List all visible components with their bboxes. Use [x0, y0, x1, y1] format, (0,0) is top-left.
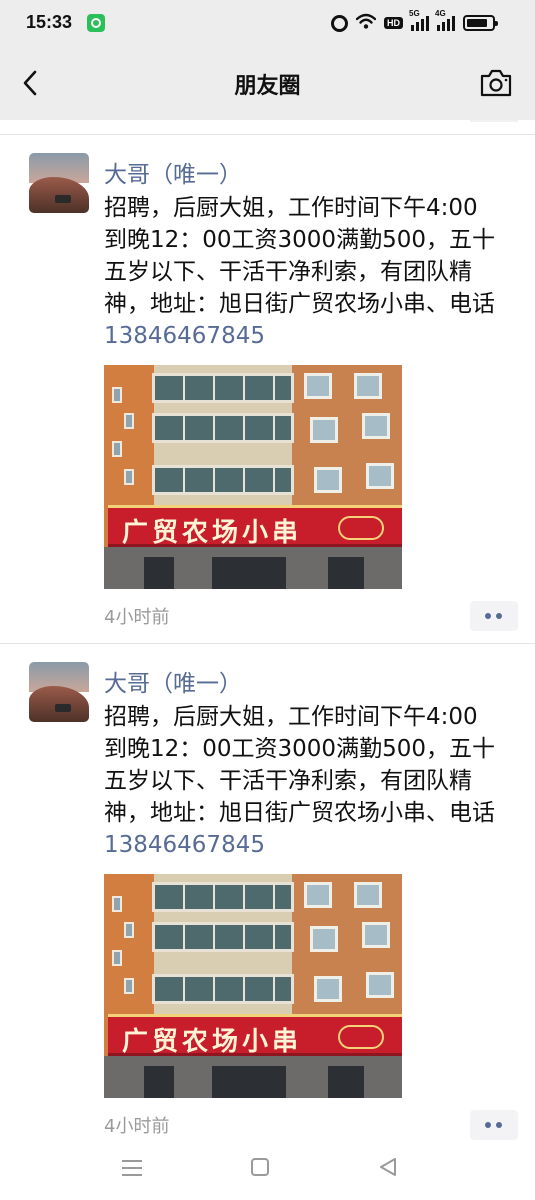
post-text: 招聘，后厨大姐，工作时间下午4:00到晚12：00工资3000满勤500，五十五…	[104, 192, 499, 352]
post-photo[interactable]: 广贸农场小串	[104, 874, 402, 1098]
page-title: 朋友圈	[234, 74, 301, 99]
post-body: 招聘，后厨大姐，工作时间下午4:00到晚12：00工资3000满勤500，五十五…	[104, 195, 495, 317]
menu-icon[interactable]	[122, 1159, 142, 1177]
status-icons: HD 5G 4G	[331, 9, 498, 34]
system-nav-bar	[0, 1140, 535, 1200]
shop-sign-text: 广贸农场小串	[122, 1027, 303, 1057]
post-time: 4小时前	[104, 1116, 170, 1137]
phone-link[interactable]: 13846467845	[104, 323, 265, 349]
home-icon[interactable]	[251, 1158, 269, 1176]
post-divider	[0, 134, 535, 135]
dot-icon	[485, 613, 491, 619]
back-triangle-icon[interactable]	[378, 1157, 398, 1177]
camera-icon	[480, 69, 512, 97]
shop-sign: 广贸农场小串	[108, 505, 402, 548]
dot-icon	[496, 613, 502, 619]
avatar[interactable]	[29, 662, 89, 722]
dot-icon	[485, 1122, 491, 1128]
title-bar: 朋友圈	[0, 46, 535, 120]
shop-sign: 广贸农场小串	[108, 1014, 402, 1057]
phone-link[interactable]: 13846467845	[104, 832, 265, 858]
signal-4g-icon: 4G	[435, 9, 455, 31]
moments-feed[interactable]: 大哥（唯一） 招聘，后厨大姐，工作时间下午4:00到晚12：00工资3000满勤…	[0, 120, 535, 1140]
post-author[interactable]: 大哥（唯一）	[104, 155, 242, 189]
camera-button[interactable]	[479, 68, 513, 98]
status-bar: 15:33 HD 5G 4G	[0, 0, 535, 46]
post-body: 招聘，后厨大姐，工作时间下午4:00到晚12：00工资3000满勤500，五十五…	[104, 704, 495, 826]
post-time: 4小时前	[104, 607, 170, 628]
battery-icon	[463, 15, 498, 31]
post-divider	[0, 643, 535, 644]
shop-sign-text: 广贸农场小串	[122, 518, 303, 548]
status-time: 15:33	[26, 12, 73, 32]
signal-5g-icon: 5G	[409, 9, 429, 31]
more-actions-button[interactable]	[470, 601, 518, 631]
more-actions-button[interactable]	[470, 1110, 518, 1140]
post-text: 招聘，后厨大姐，工作时间下午4:00到晚12：00工资3000满勤500，五十五…	[104, 701, 499, 861]
wifi-icon	[355, 13, 377, 33]
previous-post-more-button-edge[interactable]	[470, 120, 518, 122]
alarm-icon	[331, 14, 348, 32]
avatar[interactable]	[29, 153, 89, 213]
dot-icon	[496, 1122, 502, 1128]
hd-icon: HD	[384, 17, 403, 29]
post-author[interactable]: 大哥（唯一）	[104, 664, 242, 698]
app-notification-icon	[87, 14, 105, 32]
post-photo[interactable]: 广贸农场小串	[104, 365, 402, 589]
